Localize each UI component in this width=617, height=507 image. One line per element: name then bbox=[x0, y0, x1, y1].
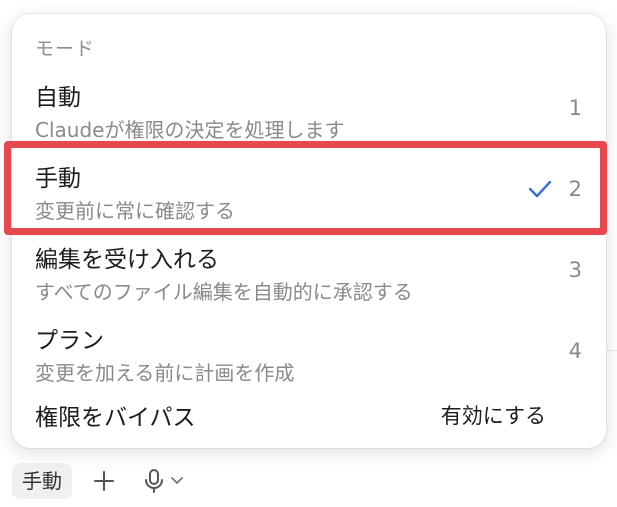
menu-item-bypass-permissions: 権限をバイパス 有効にする bbox=[12, 398, 606, 434]
voice-input-button[interactable] bbox=[136, 463, 192, 499]
menu-item-plan[interactable]: プラン 変更を加える前に計画を作成 4 bbox=[12, 321, 606, 401]
enable-bypass-button[interactable]: 有効にする bbox=[441, 400, 546, 430]
menu-item-title: 編集を受け入れる bbox=[35, 247, 219, 273]
composer-toolbar: 手動 bbox=[12, 461, 192, 501]
menu-item-description: 変更を加える前に計画を作成 bbox=[35, 361, 295, 385]
menu-item-description: Claudeが権限の決定を処理します bbox=[35, 118, 345, 142]
mode-selector-button[interactable]: 手動 bbox=[12, 463, 72, 499]
menu-item-accept-edits[interactable]: 編集を受け入れる すべてのファイル編集を自動的に承認する 3 bbox=[12, 240, 606, 320]
mode-menu: モード 自動 Claudeが権限の決定を処理します 1 手動 変更前に常に確認す… bbox=[12, 14, 606, 448]
add-button[interactable] bbox=[86, 463, 122, 499]
menu-item-shortcut: 1 bbox=[568, 96, 582, 120]
menu-item-description: 変更前に常に確認する bbox=[35, 199, 235, 223]
menu-item-auto[interactable]: 自動 Claudeが権限の決定を処理します 1 bbox=[12, 78, 606, 158]
bypass-title: 権限をバイパス bbox=[35, 405, 196, 431]
menu-item-shortcut: 3 bbox=[568, 258, 582, 282]
microphone-icon bbox=[144, 468, 164, 494]
menu-item-title: 手動 bbox=[35, 166, 81, 192]
menu-item-title: 自動 bbox=[35, 85, 81, 111]
menu-item-shortcut: 4 bbox=[568, 339, 582, 363]
chevron-down-icon bbox=[170, 476, 184, 486]
checkmark-icon bbox=[528, 179, 552, 203]
menu-item-description: すべてのファイル編集を自動的に承認する bbox=[35, 280, 413, 304]
menu-item-title: プラン bbox=[35, 328, 104, 354]
composer-edge bbox=[607, 350, 617, 441]
menu-item-manual[interactable]: 手動 変更前に常に確認する 2 bbox=[12, 159, 606, 239]
menu-item-shortcut: 2 bbox=[568, 177, 582, 201]
plus-icon bbox=[93, 470, 115, 492]
menu-header: モード bbox=[35, 38, 96, 60]
